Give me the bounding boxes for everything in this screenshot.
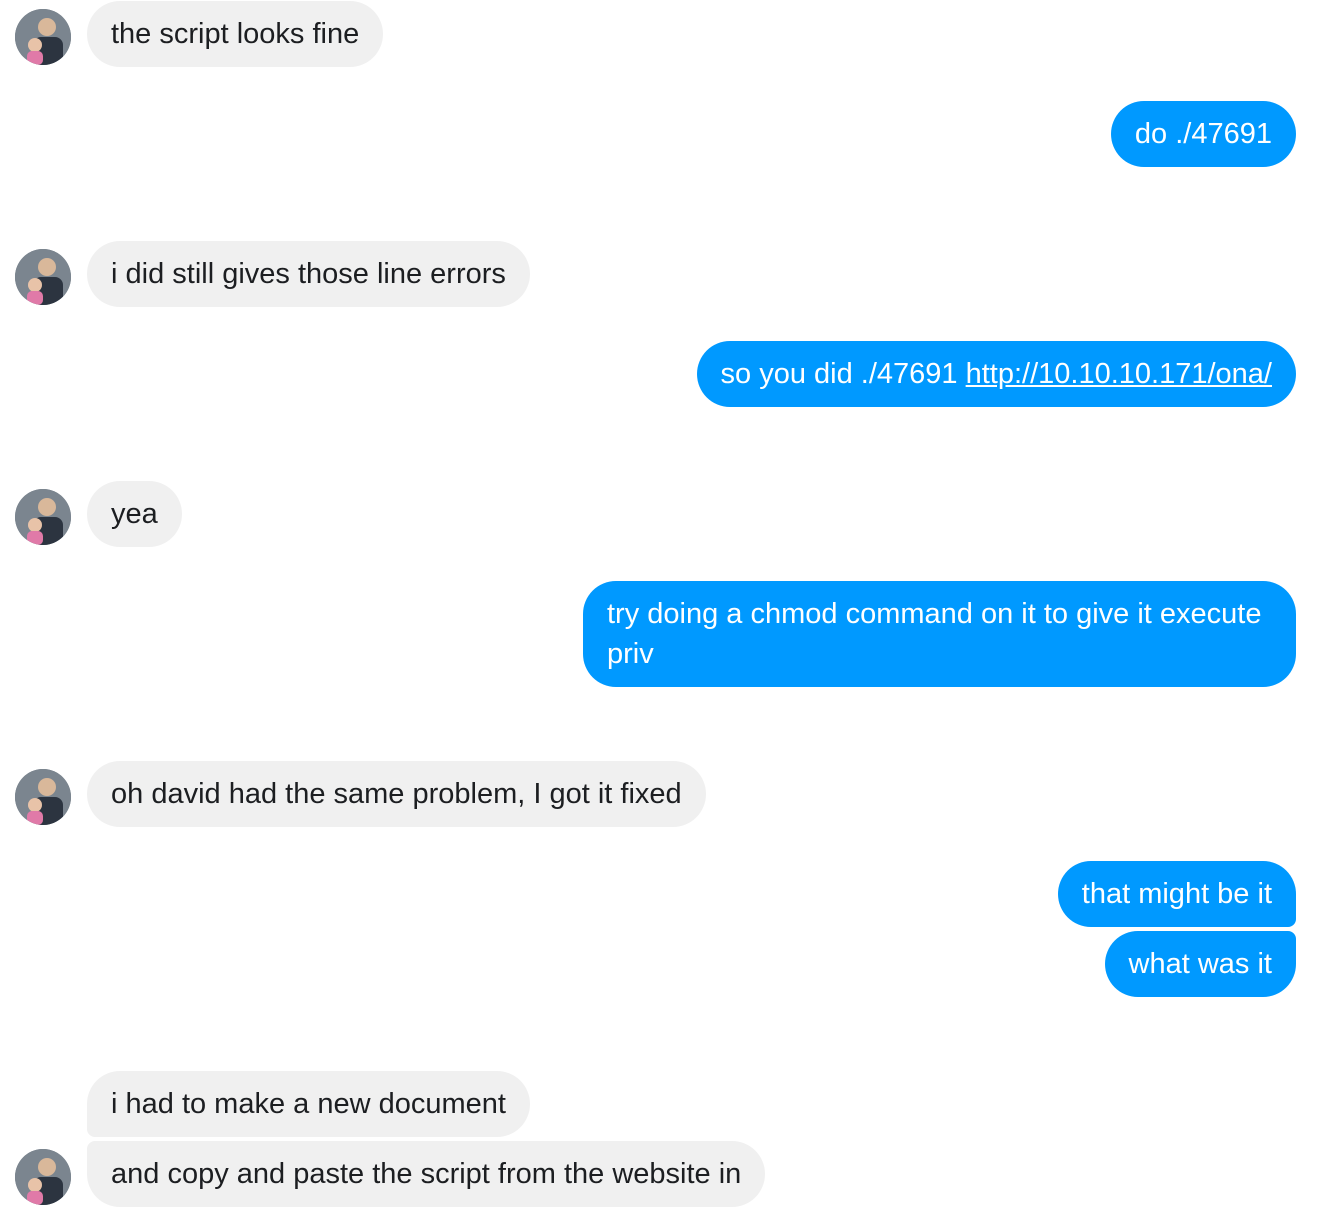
message-bubble-outgoing[interactable]: what was it <box>1104 931 1296 997</box>
avatar <box>15 9 71 65</box>
message-bubble-incoming[interactable]: the script looks fine <box>87 1 384 67</box>
message-bubble-incoming[interactable]: and copy and paste the script from the w… <box>87 1141 766 1207</box>
avatar <box>15 489 71 545</box>
message-text: so you did ./47691 <box>720 358 966 390</box>
avatar-photo-icon <box>15 9 71 65</box>
message-bubble-outgoing[interactable]: that might be it <box>1057 861 1296 927</box>
message-text: try doing a chmod command on it to give … <box>607 598 1262 670</box>
avatar <box>15 249 71 305</box>
message-text: i had to make a new document <box>111 1088 506 1120</box>
message-bubble-incoming[interactable]: i did still gives those line errors <box>87 241 530 307</box>
avatar-photo-icon <box>15 1149 71 1205</box>
message-bubble-incoming[interactable]: yea <box>87 481 182 547</box>
message-text: oh david had the same problem, I got it … <box>111 778 682 810</box>
message-bubble-incoming[interactable]: oh david had the same problem, I got it … <box>87 761 706 827</box>
avatar-photo-icon <box>15 489 71 545</box>
message-bubble-outgoing[interactable]: so you did ./47691 http://10.10.10.171/o… <box>696 341 1296 407</box>
message-text: what was it <box>1128 948 1272 980</box>
avatar-photo-icon <box>15 769 71 825</box>
avatar <box>15 1149 71 1205</box>
message-text: do ./47691 <box>1134 118 1272 150</box>
message-text: i did still gives those line errors <box>111 258 506 290</box>
message-text: yea <box>111 498 158 530</box>
avatar <box>15 769 71 825</box>
message-text: that might be it <box>1081 878 1272 910</box>
message-bubble-outgoing[interactable]: do ./47691 <box>1110 101 1296 167</box>
message-text: the script looks fine <box>111 18 360 50</box>
message-link[interactable]: http://10.10.10.171/ona/ <box>966 358 1272 390</box>
message-bubble-outgoing[interactable]: try doing a chmod command on it to give … <box>583 581 1296 687</box>
message-text: and copy and paste the script from the w… <box>111 1158 742 1190</box>
avatar-photo-icon <box>15 249 71 305</box>
message-bubble-incoming[interactable]: i had to make a new document <box>87 1071 530 1137</box>
